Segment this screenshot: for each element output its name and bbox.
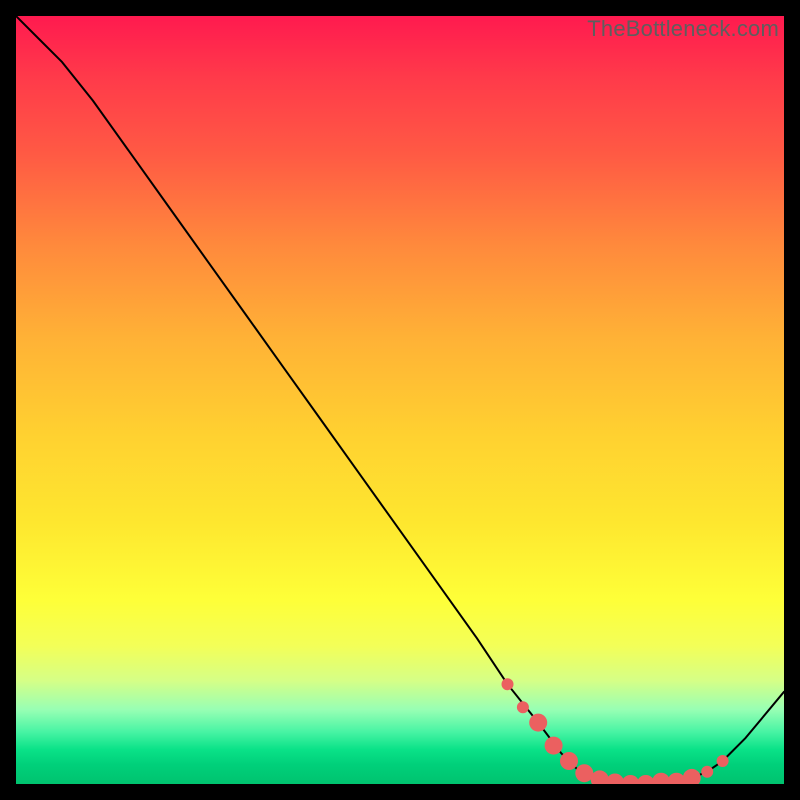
watermark-text: TheBottleneck.com bbox=[587, 16, 779, 42]
dot bbox=[591, 770, 609, 784]
bottleneck-curve bbox=[16, 16, 784, 784]
dot bbox=[621, 775, 639, 784]
dot bbox=[637, 775, 655, 784]
dot bbox=[560, 752, 578, 770]
dot bbox=[652, 773, 670, 784]
dot bbox=[545, 737, 563, 755]
dot bbox=[517, 701, 529, 713]
plot-frame: TheBottleneck.com bbox=[16, 16, 784, 784]
dot bbox=[717, 755, 729, 767]
dot bbox=[502, 678, 514, 690]
dot bbox=[683, 769, 701, 784]
dot bbox=[529, 714, 547, 732]
dot bbox=[575, 764, 593, 782]
highlight-dots bbox=[502, 678, 729, 784]
dot bbox=[668, 773, 686, 784]
dot bbox=[701, 766, 713, 778]
dot bbox=[606, 774, 624, 785]
plot-svg bbox=[16, 16, 784, 784]
